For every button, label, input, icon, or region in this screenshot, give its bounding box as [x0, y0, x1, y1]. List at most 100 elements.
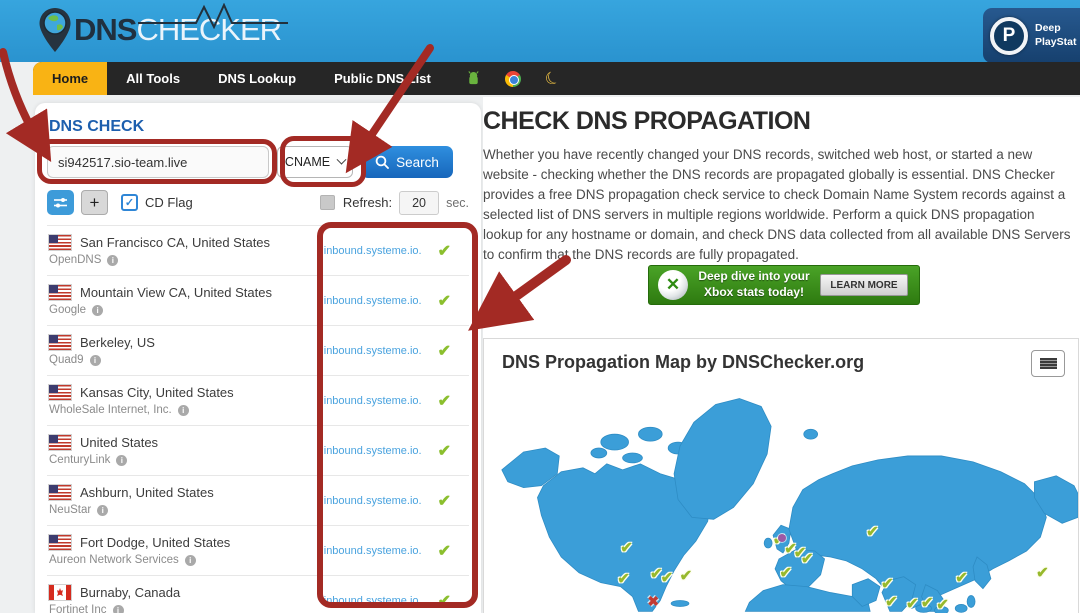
check-icon: ✔	[437, 392, 451, 410]
info-icon[interactable]	[89, 354, 101, 366]
check-icon: ✔	[437, 242, 451, 260]
nav-tab-public-dns-list[interactable]: Public DNS List	[315, 62, 450, 95]
server-provider: NeuStar	[49, 504, 92, 516]
nav-tab-dns-lookup[interactable]: DNS Lookup	[199, 62, 315, 95]
annotation-arrow-to-input	[0, 48, 52, 162]
chrome-icon[interactable]	[504, 70, 521, 87]
result-link[interactable]: inbound.systeme.io.	[324, 545, 422, 557]
dnschecker-page: DNSCHECKER P Deep PlayStat Home All Tool…	[0, 0, 1080, 613]
moon-icon[interactable]: ☾	[542, 67, 564, 91]
table-row: Ashburn, United States NeuStar inbound.sys…	[47, 476, 469, 526]
refresh-checkbox[interactable]	[319, 195, 335, 210]
refresh-label: Refresh:	[342, 195, 393, 210]
refresh-interval-input[interactable]	[399, 190, 440, 215]
logo-pin-globe-icon	[39, 8, 71, 52]
panel-title: DNS CHECK	[49, 118, 145, 135]
result-link[interactable]: inbound.systeme.io.	[324, 295, 422, 307]
intro-paragraph: Whether you have recently changed your D…	[483, 147, 1071, 262]
server-provider: Aureon Network Services	[49, 554, 179, 566]
info-icon[interactable]	[107, 254, 119, 266]
domain-input[interactable]	[47, 146, 269, 178]
server-location: Ashburn, United States	[80, 485, 214, 500]
result-link[interactable]: inbound.systeme.io.	[324, 595, 422, 607]
search-icon	[375, 155, 390, 169]
result-link[interactable]: inbound.systeme.io.	[324, 445, 422, 457]
propagation-map-card: DNS Propagation Map by DNSChecker.org ✔ …	[483, 338, 1079, 613]
server-location: Kansas City, United States	[80, 385, 234, 400]
table-row: Kansas City, United States WholeSale Inte…	[47, 376, 469, 426]
table-row: United States CenturyLink inbound.systeme.…	[47, 426, 469, 476]
result-link[interactable]: inbound.systeme.io.	[324, 245, 422, 257]
options-sliders-button[interactable]	[47, 190, 74, 215]
server-location: Mountain View CA, United States	[80, 285, 272, 300]
world-map[interactable]: ✔ ✔ ✔ ✔ ✔ ✖ ✔ ✔ ✔ ✔ ✔ ✔ ✔ ✔ ✔ ✔ ✔ ✔ ✔	[484, 389, 1078, 613]
info-icon[interactable]	[177, 404, 189, 416]
heartbeat-line-icon	[138, 3, 288, 29]
xbox-ad-line1: Deep dive into your	[698, 269, 810, 284]
cd-flag-checkbox[interactable]: ✓	[121, 194, 138, 211]
us-flag-icon	[49, 535, 71, 550]
header: DNSCHECKER P Deep PlayStat	[0, 0, 1080, 63]
table-row: San Francisco CA, United States OpenDNS in…	[47, 226, 469, 276]
ca-flag-icon	[49, 585, 71, 600]
us-flag-icon	[49, 385, 71, 400]
server-provider: Fortinet Inc	[49, 604, 107, 613]
us-flag-icon	[49, 485, 71, 500]
server-provider: OpenDNS	[49, 254, 102, 266]
map-heading: DNS Propagation Map by DNSChecker.org	[502, 352, 865, 372]
check-icon: ✔	[437, 342, 451, 360]
android-icon[interactable]	[466, 71, 481, 86]
server-location: Burnaby, Canada	[80, 585, 181, 600]
result-link[interactable]: inbound.systeme.io.	[324, 345, 422, 357]
info-icon[interactable]	[184, 554, 196, 566]
main-nav: Home All Tools DNS Lookup Public DNS Lis…	[33, 62, 1080, 95]
server-location: United States	[80, 435, 159, 450]
table-row: Mountain View CA, United States Google inb…	[47, 276, 469, 326]
world-map-svg	[501, 398, 1078, 613]
learn-more-button[interactable]: LEARN MORE	[820, 274, 908, 296]
record-type-value: CNAME	[284, 155, 331, 169]
xbox-logo-icon: ✕	[658, 270, 688, 300]
table-row: Berkeley, US Quad9 inbound.systeme.io. ✔	[47, 326, 469, 376]
nav-tab-all-tools[interactable]: All Tools	[107, 62, 199, 95]
check-icon: ✔	[437, 592, 451, 610]
server-list: San Francisco CA, United States OpenDNS in…	[47, 225, 469, 613]
search-button-label: Search	[396, 154, 439, 170]
us-flag-icon	[49, 285, 71, 300]
info-icon[interactable]	[92, 304, 104, 316]
result-link[interactable]: inbound.systeme.io.	[324, 395, 422, 407]
record-type-select[interactable]: CNAME	[277, 146, 353, 178]
logo-text-dns: DNS	[74, 12, 137, 47]
us-flag-icon	[49, 235, 71, 250]
hamburger-icon	[1039, 358, 1057, 369]
cd-flag-label: CD Flag	[145, 195, 193, 210]
server-location: Fort Dodge, United States	[80, 535, 231, 550]
page-title: CHECK DNS PROPAGATION	[483, 107, 811, 135]
info-icon[interactable]	[112, 604, 124, 613]
check-icon: ✔	[437, 292, 451, 310]
map-menu-button[interactable]	[1031, 350, 1065, 377]
dns-check-panel: DNS CHECK CNAME Search	[35, 103, 481, 613]
playstation-logo-icon: P	[990, 16, 1028, 55]
info-icon[interactable]	[116, 454, 128, 466]
nav-tab-home[interactable]: Home	[33, 62, 108, 95]
us-flag-icon	[49, 335, 71, 350]
server-location: Berkeley, US	[80, 335, 155, 350]
xbox-ad-banner[interactable]: ✕ Deep dive into your Xbox stats today! …	[648, 265, 920, 305]
search-button[interactable]: Search	[361, 146, 453, 178]
server-provider: CenturyLink	[49, 454, 111, 466]
us-flag-icon	[49, 435, 71, 450]
check-icon: ✔	[437, 442, 451, 460]
server-provider: WholeSale Internet, Inc.	[49, 404, 172, 416]
result-link[interactable]: inbound.systeme.io.	[324, 495, 422, 507]
info-icon[interactable]	[97, 504, 109, 516]
add-server-button[interactable]: +	[81, 190, 108, 215]
dnschecker-logo[interactable]: DNSCHECKER	[38, 3, 288, 53]
check-icon: ✔	[437, 492, 451, 510]
server-provider: Google	[49, 304, 87, 316]
refresh-unit-label: sec.	[446, 195, 469, 210]
ps-ad-line2: PlayStat	[1035, 35, 1077, 48]
table-row: Burnaby, Canada Fortinet Inc inbound.syste…	[47, 576, 469, 613]
playstation-ad-banner[interactable]: P Deep PlayStat	[983, 8, 1080, 63]
server-provider: Quad9	[49, 354, 84, 366]
